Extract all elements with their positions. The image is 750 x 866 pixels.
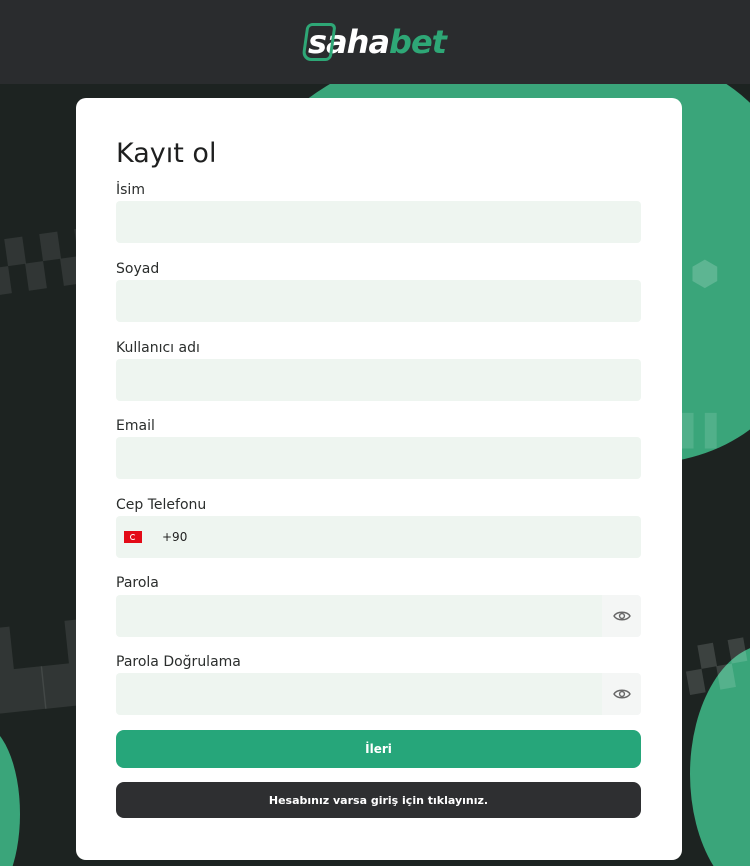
login-link-button[interactable]: Hesabınız varsa giriş için tıklayınız. [116,782,641,818]
email-label: Email [116,418,155,434]
crescent-icon [130,534,136,540]
phone-label: Cep Telefonu [116,497,207,513]
password-input[interactable] [116,595,602,637]
last-name-input[interactable] [116,280,641,322]
email-input[interactable] [116,437,641,479]
registration-card: Kayıt ol İsim Soyad Kullanıcı adı Email … [76,98,682,860]
show-password-confirm-button[interactable] [602,673,641,715]
phone-field: +90 [116,516,641,558]
username-input[interactable] [116,359,641,401]
background-shape [0,724,20,866]
password-label: Parola [116,575,159,591]
sahabet-logo[interactable]: sahabet [301,23,447,61]
password-confirm-input[interactable] [116,673,602,715]
page-title: Kayıt ol [116,138,217,169]
background-decoration: ▌▌ [682,414,729,449]
password-confirm-label: Parola Doğrulama [116,654,241,670]
phone-input[interactable] [187,516,641,558]
background-decoration: ⬢ [690,254,720,294]
first-name-input[interactable] [116,201,641,243]
turkey-flag-icon[interactable] [124,531,142,543]
eye-icon [612,611,631,621]
top-bar: sahabet [0,0,750,84]
first-name-label: İsim [116,182,145,198]
eye-icon [612,689,631,699]
logo-badge-icon [301,23,337,61]
dial-code: +90 [162,530,188,544]
next-button[interactable]: İleri [116,730,641,768]
last-name-label: Soyad [116,261,160,277]
username-label: Kullanıcı adı [116,340,200,356]
show-password-button[interactable] [602,595,641,637]
